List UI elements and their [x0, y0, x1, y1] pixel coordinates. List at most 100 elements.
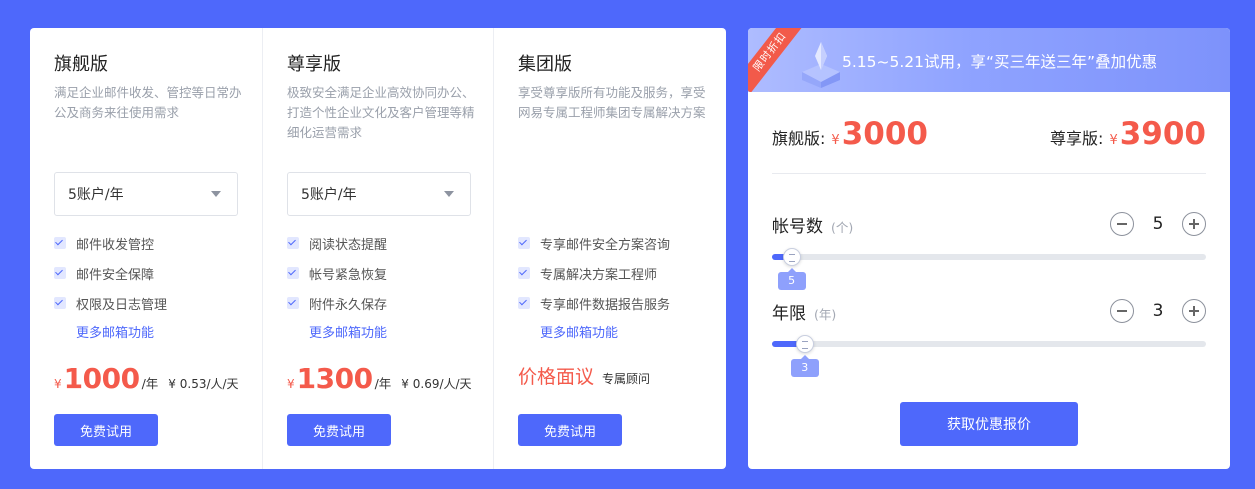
- plan-description: 极致安全满足企业高效协同办公、打造个性企业文化及客户管理等精细化运营需求: [287, 85, 475, 140]
- quote-row: 旗舰版: ¥ 3000 尊享版: ¥ 3900: [772, 116, 1206, 152]
- plan-name: 集团版: [518, 54, 572, 75]
- check-icon: [287, 297, 299, 309]
- feature-label: 附件永久保存: [309, 297, 388, 313]
- plan-description: 满足企业邮件收发、管控等日常办公及商务来往使用需求: [54, 85, 242, 120]
- price-period: /年: [141, 376, 159, 391]
- quote-label: 尊享版:: [1050, 129, 1104, 148]
- quote-premium: 尊享版: ¥ 3900: [1050, 116, 1206, 152]
- years-slider[interactable]: 3: [772, 335, 1206, 377]
- control-label: 帐号数: [772, 217, 823, 237]
- control-title: 年限 (年): [772, 299, 836, 324]
- price-row: ¥ 1000 /年 ¥ 0.53/人/天: [54, 362, 239, 395]
- crystal-box-icon: [802, 42, 840, 88]
- plan-name: 旗舰版: [54, 54, 108, 75]
- promo-card: 限时折扣 5.15~5.21试用，享“买三年送三年”叠加优惠 旗舰版: ¥ 30…: [748, 28, 1230, 469]
- price-negotiable: 价格面议: [518, 366, 595, 388]
- price-amount: 1000: [63, 362, 140, 395]
- plan-premium: 尊享版 极致安全满足企业高效协同办公、打造个性企业文化及客户管理等精细化运营需求…: [263, 28, 494, 469]
- quote-amount: 3000: [841, 116, 928, 152]
- account-select[interactable]: 5账户/年: [54, 172, 238, 216]
- unit-price: ¥ 0.53/人/天: [168, 377, 239, 391]
- account-select[interactable]: 5账户/年: [287, 172, 471, 216]
- price-period: /年: [374, 376, 392, 391]
- select-value: 5账户/年: [301, 187, 357, 203]
- control-unit: (个): [831, 220, 854, 235]
- feature-item: 阅读状态提醒: [287, 228, 387, 258]
- feature-list: 邮件收发管控 邮件安全保障 权限及日志管理: [54, 228, 167, 318]
- feature-item: 权限及日志管理: [54, 288, 167, 318]
- unit-price: ¥ 0.69/人/天: [401, 377, 472, 391]
- check-icon: [518, 267, 530, 279]
- get-quote-button[interactable]: 获取优惠报价: [900, 402, 1078, 446]
- slider-handle[interactable]: [782, 248, 801, 266]
- more-features-link[interactable]: 更多邮箱功能: [309, 322, 387, 341]
- quote-label: 旗舰版:: [772, 129, 826, 148]
- check-icon: [54, 267, 66, 279]
- currency-symbol: ¥: [1109, 133, 1118, 148]
- check-icon: [518, 237, 530, 249]
- price-row: 价格面议 专属顾问: [518, 362, 650, 389]
- feature-label: 帐号紧急恢复: [309, 267, 388, 283]
- control-unit: (年): [814, 307, 837, 322]
- promo-banner: 限时折扣 5.15~5.21试用，享“买三年送三年”叠加优惠: [748, 28, 1230, 92]
- control-label: 年限: [772, 304, 806, 324]
- free-trial-button[interactable]: 免费试用: [54, 414, 158, 446]
- promo-banner-text: 5.15~5.21试用，享“买三年送三年”叠加优惠: [842, 53, 1158, 71]
- currency-symbol: ¥: [287, 377, 295, 391]
- plan-description: 享受尊享版所有功能及服务，享受网易专属工程师集团专属解决方案: [518, 85, 706, 120]
- price-amount: 1300: [296, 362, 373, 395]
- free-trial-button[interactable]: 免费试用: [518, 414, 622, 446]
- feature-list: 专享邮件安全方案咨询 专属解决方案工程师 专享邮件数据报告服务: [518, 228, 670, 318]
- free-trial-button[interactable]: 免费试用: [287, 414, 391, 446]
- check-icon: [287, 267, 299, 279]
- feature-label: 邮件安全保障: [76, 267, 155, 283]
- minus-icon[interactable]: [1110, 299, 1134, 323]
- more-features-link[interactable]: 更多邮箱功能: [76, 322, 154, 341]
- currency-symbol: ¥: [54, 377, 62, 391]
- feature-label: 阅读状态提醒: [309, 237, 388, 253]
- check-icon: [54, 237, 66, 249]
- feature-item: 附件永久保存: [287, 288, 387, 318]
- plans-card: 旗舰版 满足企业邮件收发、管控等日常办公及商务来往使用需求 5账户/年 邮件收发…: [30, 28, 726, 469]
- quote-amount: 3900: [1119, 116, 1206, 152]
- years-stepper: 3: [1110, 299, 1206, 323]
- minus-icon[interactable]: [1110, 212, 1134, 236]
- feature-item: 邮件收发管控: [54, 228, 167, 258]
- plus-icon[interactable]: [1182, 212, 1206, 236]
- plan-group: 集团版 享受尊享版所有功能及服务，享受网易专属工程师集团专属解决方案 专享邮件安…: [494, 28, 726, 469]
- feature-label: 权限及日志管理: [76, 297, 168, 313]
- feature-label: 专享邮件安全方案咨询: [540, 237, 671, 253]
- quote-flagship: 旗舰版: ¥ 3000: [772, 116, 928, 152]
- price-row: ¥ 1300 /年 ¥ 0.69/人/天: [287, 362, 472, 395]
- consultant-label: 专属顾问: [602, 372, 651, 386]
- currency-symbol: ¥: [831, 133, 840, 148]
- feature-label: 邮件收发管控: [76, 237, 155, 253]
- plan-name: 尊享版: [287, 54, 341, 75]
- feature-item: 帐号紧急恢复: [287, 258, 387, 288]
- slider-handle[interactable]: [795, 335, 814, 353]
- plus-icon[interactable]: [1182, 299, 1206, 323]
- feature-item: 专属解决方案工程师: [518, 258, 670, 288]
- feature-label: 专享邮件数据报告服务: [540, 297, 671, 313]
- check-icon: [518, 297, 530, 309]
- chevron-down-icon: [444, 191, 454, 197]
- slider-tooltip: 3: [790, 355, 819, 377]
- accounts-stepper: 5: [1110, 212, 1206, 236]
- check-icon: [287, 237, 299, 249]
- feature-item: 专享邮件数据报告服务: [518, 288, 670, 318]
- chevron-down-icon: [211, 191, 221, 197]
- feature-list: 阅读状态提醒 帐号紧急恢复 附件永久保存: [287, 228, 387, 318]
- slider-tooltip: 5: [777, 268, 806, 290]
- feature-item: 邮件安全保障: [54, 258, 167, 288]
- divider: [772, 173, 1206, 174]
- accounts-slider[interactable]: 5: [772, 248, 1206, 290]
- stepper-value[interactable]: 5: [1134, 214, 1182, 234]
- feature-item: 专享邮件安全方案咨询: [518, 228, 670, 258]
- feature-label: 专属解决方案工程师: [540, 267, 658, 283]
- control-title: 帐号数 (个): [772, 212, 853, 237]
- check-icon: [54, 297, 66, 309]
- stepper-value[interactable]: 3: [1134, 301, 1182, 321]
- plan-flagship: 旗舰版 满足企业邮件收发、管控等日常办公及商务来往使用需求 5账户/年 邮件收发…: [30, 28, 263, 469]
- select-value: 5账户/年: [68, 187, 124, 203]
- more-features-link[interactable]: 更多邮箱功能: [540, 322, 618, 341]
